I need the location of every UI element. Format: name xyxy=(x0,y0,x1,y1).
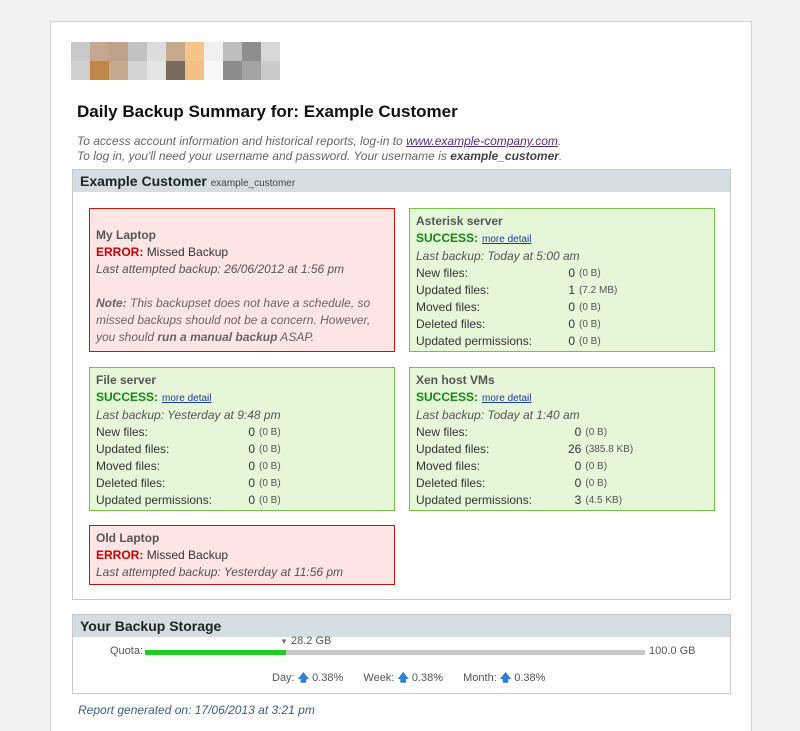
page-title: Daily Backup Summary for: Example Custom… xyxy=(77,102,458,121)
error-label: ERROR: xyxy=(96,548,144,562)
stat-row: Updated files: 26 (385.8 KB) xyxy=(416,442,634,456)
stat-row: New files: 0 (0 B) xyxy=(96,425,281,439)
stat-row: Updated permissions: 3 (4.5 KB) xyxy=(416,493,623,507)
stat-row: Moved files: 0 (0 B) xyxy=(416,459,608,473)
stat-row: Updated files: 1 (7.2 MB) xyxy=(416,283,618,297)
month-growth-value: 0.38% xyxy=(514,672,546,684)
stat-row: Updated permissions: 0 (0 B) xyxy=(96,493,281,507)
company-website-link[interactable]: www.example-company.com xyxy=(406,134,558,148)
stat-row: Updated files: 0 (0 B) xyxy=(96,442,281,456)
success-label: SUCCESS: xyxy=(416,390,479,404)
stat-row: New files: 0 (0 B) xyxy=(416,266,601,280)
stat-row: Deleted files: 0 (0 B) xyxy=(416,476,608,490)
backupset-card-error: My Laptop ERROR: Missed Backup Last atte… xyxy=(89,208,395,352)
stats-table: New files: 0 (0 B) Updated files: 0 (0 B) Mo… xyxy=(96,424,281,509)
username-value: example_customer xyxy=(450,149,559,163)
customer-section: Example Customer example_customer My Lap… xyxy=(72,169,731,600)
error-label: ERROR: xyxy=(96,245,144,259)
intro-text: To access account information and histor… xyxy=(77,134,563,163)
customer-username: example_customer xyxy=(210,178,296,189)
stat-row: Moved files: 0 (0 B) xyxy=(96,459,281,473)
company-logo xyxy=(71,42,291,80)
stats-table: New files: 0 (0 B) Updated files: 26 (385.8 … xyxy=(416,424,633,509)
backupset-card-error: Old Laptop ERROR: Missed Backup Last att… xyxy=(89,525,395,585)
last-attempt-text: Last attempted backup: 26/06/2012 at 1:5… xyxy=(96,262,345,276)
email-page: Daily Backup Summary for: Example Custom… xyxy=(50,21,752,731)
down-triangle-icon: ▼ xyxy=(280,637,288,646)
week-growth-value: 0.38% xyxy=(411,672,444,684)
backupset-card-success: File server SUCCESS: more detail Last bac… xyxy=(89,367,395,511)
backupset-name: File server xyxy=(96,373,157,387)
more-detail-link[interactable]: more detail xyxy=(162,393,211,404)
storage-section: Your Backup Storage Quota: ▼ 28.2 GB 100… xyxy=(72,614,731,694)
last-backup-text: Last backup: Today at 5:00 am xyxy=(416,249,580,263)
quota-used-marker: ▼ 28.2 GB xyxy=(280,635,331,647)
up-arrow-icon: 🡅 xyxy=(297,672,309,684)
quota-bar-fill xyxy=(145,650,286,655)
backupset-name: Asterisk server xyxy=(416,214,503,228)
backupset-name: My Laptop xyxy=(96,228,156,242)
stat-row: New files: 0 (0 B) xyxy=(416,425,608,439)
storage-section-header: Your Backup Storage xyxy=(73,615,730,637)
backupset-card-success: Xen host VMs SUCCESS: more detail Last ba… xyxy=(409,367,715,511)
success-label: SUCCESS: xyxy=(96,390,159,404)
quota-used-value: 28.2 GB xyxy=(290,635,332,647)
customer-name: Example Customer xyxy=(80,173,207,189)
growth-stats: Day: 🡅 0.38% Week: 🡅 0.38% Month: 🡅 0.38… xyxy=(272,672,546,684)
quota-label: Quota: xyxy=(110,645,144,657)
quota-bar xyxy=(145,650,645,655)
last-attempt-text: Last attempted backup: Yesterday at 11:5… xyxy=(96,565,344,579)
stats-table: New files: 0 (0 B) Updated files: 1 (7.2 MB)… xyxy=(416,265,617,350)
error-text: Missed Backup xyxy=(146,548,229,562)
up-arrow-icon: 🡅 xyxy=(397,672,409,684)
stat-row: Deleted files: 0 (0 B) xyxy=(416,317,601,331)
customer-section-header: Example Customer example_customer xyxy=(73,170,730,192)
report-generated-text: Report generated on: 17/06/2013 at 3:21 … xyxy=(78,703,315,717)
up-arrow-icon: 🡅 xyxy=(499,672,512,684)
error-text: Missed Backup xyxy=(146,245,229,259)
schedule-note: Note: This backupset does not have a sch… xyxy=(96,296,371,344)
last-backup-text: Last backup: Today at 1:40 am xyxy=(416,408,580,422)
quota-total-value: 100.0 GB xyxy=(649,645,696,657)
success-label: SUCCESS: xyxy=(416,231,479,245)
backupset-name: Old Laptop xyxy=(96,531,160,545)
stat-row: Deleted files: 0 (0 B) xyxy=(96,476,281,490)
day-growth-value: 0.38% xyxy=(312,672,344,684)
last-backup-text: Last backup: Yesterday at 9:48 pm xyxy=(96,408,281,422)
stat-row: Updated permissions: 0 (0 B) xyxy=(416,334,601,348)
more-detail-link[interactable]: more detail xyxy=(482,234,531,245)
backupset-name: Xen host VMs xyxy=(416,373,495,387)
backupset-card-success: Asterisk server SUCCESS: more detail Last… xyxy=(409,208,715,352)
more-detail-link[interactable]: more detail xyxy=(482,393,531,404)
stat-row: Moved files: 0 (0 B) xyxy=(416,300,601,314)
